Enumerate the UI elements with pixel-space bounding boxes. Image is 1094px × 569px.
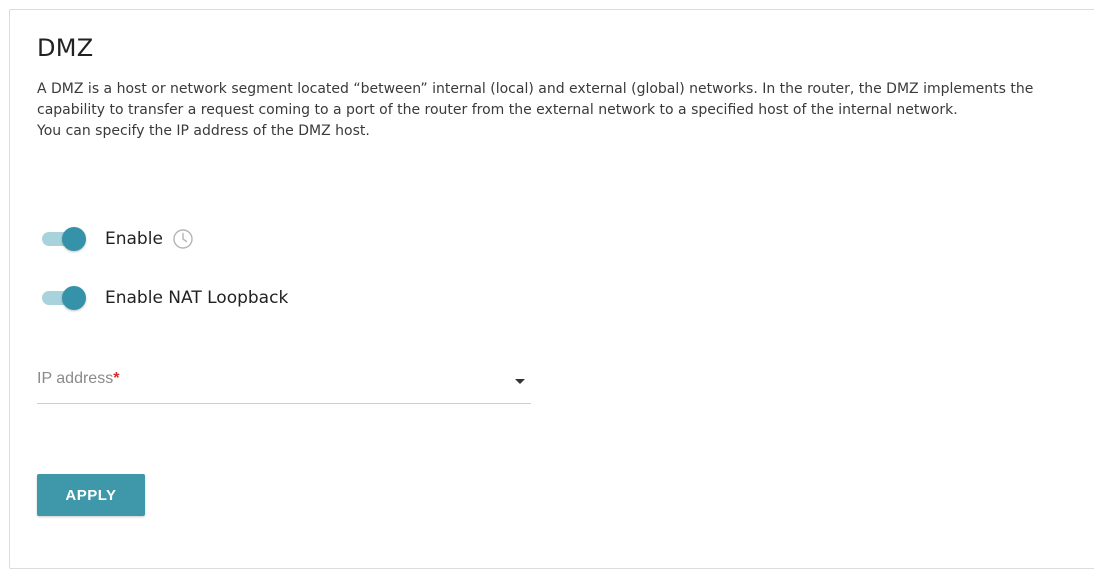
required-mark: * <box>113 370 120 387</box>
apply-button[interactable]: APPLY <box>37 474 145 516</box>
ip-address-select[interactable]: IP address* <box>37 362 531 404</box>
chevron-down-icon[interactable] <box>515 379 525 384</box>
page-title: DMZ <box>37 34 94 62</box>
enable-label: Enable <box>105 229 163 249</box>
description-paragraph-1: A DMZ is a host or network segment locat… <box>37 81 1034 118</box>
toggle-thumb <box>62 286 86 310</box>
enable-toggle[interactable] <box>41 225 89 253</box>
clock-icon[interactable] <box>172 228 194 250</box>
nat-loopback-toggle[interactable] <box>41 284 89 312</box>
nat-loopback-label: Enable NAT Loopback <box>105 288 289 308</box>
toggle-thumb <box>62 227 86 251</box>
enable-row: Enable <box>41 225 194 253</box>
ip-address-label: IP address <box>37 370 114 387</box>
description-paragraph-2: You can specify the IP address of the DM… <box>37 123 370 139</box>
ip-address-placeholder: IP address* <box>37 370 119 388</box>
nat-loopback-row: Enable NAT Loopback <box>41 284 288 312</box>
page-description: A DMZ is a host or network segment locat… <box>37 79 1047 142</box>
